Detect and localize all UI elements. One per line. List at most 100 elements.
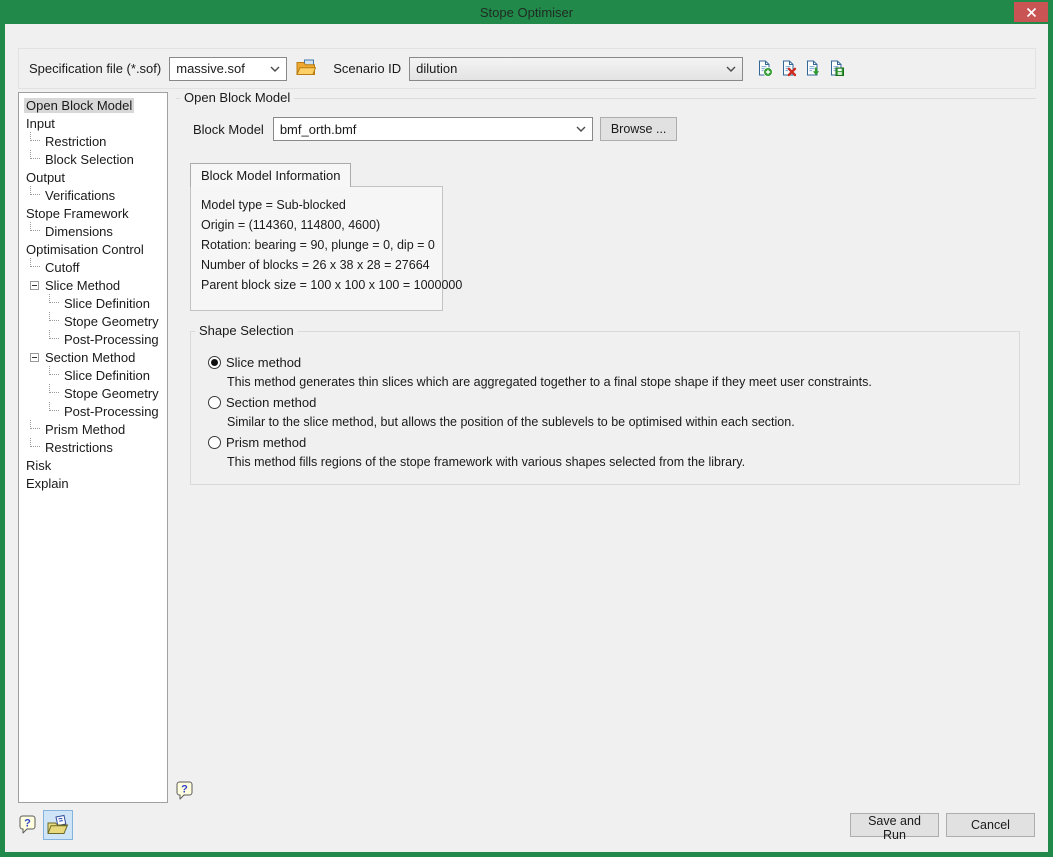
tree-item-label: Slice Definition: [62, 368, 152, 383]
tree-item-post-processing[interactable]: Post-Processing: [19, 402, 167, 420]
tree-item-label: Dimensions: [43, 224, 115, 239]
document-import-icon: [804, 60, 821, 77]
tree-item-label: Output: [24, 170, 67, 185]
svg-text:?: ?: [181, 784, 188, 796]
tree-item-label: Slice Method: [43, 278, 122, 293]
tree-connector: [30, 186, 40, 195]
help-button-dialog[interactable]: ?: [19, 815, 37, 838]
tree-item-section-method[interactable]: Section Method: [19, 348, 167, 366]
radio-label: Section method: [226, 395, 316, 410]
window-title: Stope Optimiser: [480, 5, 573, 20]
import-scenario-button[interactable]: [804, 60, 821, 77]
radio-unselected-icon[interactable]: [208, 396, 221, 409]
collapse-minus-icon[interactable]: [30, 281, 39, 290]
radio-unselected-icon[interactable]: [208, 436, 221, 449]
close-button[interactable]: [1014, 2, 1048, 22]
tree-item-label: Restrictions: [43, 440, 115, 455]
document-save-icon: [828, 60, 845, 77]
radio-description: This method fills regions of the stope f…: [191, 452, 1019, 472]
shape-selection-group: Shape Selection Slice methodThis method …: [190, 331, 1020, 485]
new-scenario-button[interactable]: [756, 60, 773, 77]
close-icon: [1026, 7, 1037, 18]
tree-item-label: Stope Geometry: [62, 314, 161, 329]
scenario-id-combobox[interactable]: dilution: [409, 57, 743, 81]
document-add-icon: [756, 60, 773, 77]
radio-label: Slice method: [226, 355, 301, 370]
tree-item-open-block-model[interactable]: Open Block Model: [19, 96, 167, 114]
tree-item-label: Cutoff: [43, 260, 81, 275]
tree-connector: [30, 420, 40, 429]
block-model-row: Block Model bmf_orth.bmf Browse ...: [193, 117, 677, 141]
radio-selected-icon[interactable]: [208, 356, 221, 369]
tree-item-restrictions[interactable]: Restrictions: [19, 438, 167, 456]
tree-item-verifications[interactable]: Verifications: [19, 186, 167, 204]
block-model-combobox[interactable]: bmf_orth.bmf: [273, 117, 593, 141]
tree-item-explain[interactable]: Explain: [19, 474, 167, 492]
scenario-actions: [756, 60, 845, 77]
radio-prism-method[interactable]: Prism method: [191, 432, 1019, 452]
tree-item-slice-method[interactable]: Slice Method: [19, 276, 167, 294]
block-model-value: bmf_orth.bmf: [280, 122, 572, 137]
chevron-down-icon: [270, 66, 280, 72]
help-question-icon: ?: [19, 815, 37, 835]
shape-selection-title: Shape Selection: [195, 323, 298, 338]
tree-connector: [49, 330, 59, 339]
tree-item-input[interactable]: Input: [19, 114, 167, 132]
tree-item-stope-framework[interactable]: Stope Framework: [19, 204, 167, 222]
tree-item-block-selection[interactable]: Block Selection: [19, 150, 167, 168]
collapse-minus-icon[interactable]: [30, 353, 39, 362]
tree-item-stope-geometry[interactable]: Stope Geometry: [19, 312, 167, 330]
tree-item-label: Restriction: [43, 134, 108, 149]
save-scenario-button[interactable]: [828, 60, 845, 77]
tree-item-slice-definition[interactable]: Slice Definition: [19, 294, 167, 312]
cancel-button[interactable]: Cancel: [946, 813, 1035, 837]
open-log-folder-button[interactable]: [43, 810, 73, 840]
save-and-run-button[interactable]: Save and Run: [850, 813, 939, 837]
tree-item-post-processing[interactable]: Post-Processing: [19, 330, 167, 348]
tree-connector: [49, 312, 59, 321]
tree-item-risk[interactable]: Risk: [19, 456, 167, 474]
scenario-id-label: Scenario ID: [333, 61, 401, 76]
svg-text:?: ?: [24, 818, 31, 830]
tree-item-output[interactable]: Output: [19, 168, 167, 186]
tree-item-label: Slice Definition: [62, 296, 152, 311]
help-button-panel[interactable]: ?: [176, 781, 194, 804]
block-model-info-line: Origin = (114360, 114800, 4600): [201, 215, 442, 235]
tree-item-stope-geometry[interactable]: Stope Geometry: [19, 384, 167, 402]
tree-item-optimisation-control[interactable]: Optimisation Control: [19, 240, 167, 258]
radio-label: Prism method: [226, 435, 306, 450]
tree-connector: [30, 132, 40, 141]
tree-connector: [30, 438, 40, 447]
specification-file-combobox[interactable]: massive.sof: [169, 57, 287, 81]
tree-item-slice-definition[interactable]: Slice Definition: [19, 366, 167, 384]
tree-item-cutoff[interactable]: Cutoff: [19, 258, 167, 276]
navigation-tree: Open Block ModelInput RestrictionBlock Se…: [18, 92, 168, 803]
document-delete-icon: [780, 60, 797, 77]
tree-item-restriction[interactable]: Restriction: [19, 132, 167, 150]
block-model-information-panel: Model type = Sub-blockedOrigin = (114360…: [190, 186, 443, 311]
radio-description: This method generates thin slices which …: [191, 372, 1019, 392]
delete-scenario-button[interactable]: [780, 60, 797, 77]
tree-connector: [49, 384, 59, 393]
specification-file-label: Specification file (*.sof): [29, 61, 161, 76]
toolbar: Specification file (*.sof) massive.sof S…: [18, 48, 1036, 89]
tree-connector: [49, 294, 59, 303]
tree-item-prism-method[interactable]: Prism Method: [19, 420, 167, 438]
open-folder-icon: [296, 59, 316, 77]
tree-connector: [49, 366, 59, 375]
tree-connector: [49, 402, 59, 411]
radio-slice-method[interactable]: Slice method: [191, 352, 1019, 372]
block-model-info-tabcontrol: Block Model Information Model type = Sub…: [190, 163, 443, 311]
tree-connector: [30, 258, 40, 267]
radio-description: Similar to the slice method, but allows …: [191, 412, 1019, 432]
radio-section-method[interactable]: Section method: [191, 392, 1019, 412]
block-model-info-line: Rotation: bearing = 90, plunge = 0, dip …: [201, 235, 442, 255]
tab-block-model-information[interactable]: Block Model Information: [190, 163, 351, 187]
tree-item-label: Post-Processing: [62, 332, 161, 347]
block-model-info-line: Number of blocks = 26 x 38 x 28 = 27664: [201, 255, 442, 275]
open-specification-folder-button[interactable]: [296, 59, 316, 79]
tree-item-label: Stope Geometry: [62, 386, 161, 401]
block-model-info-line: Parent block size = 100 x 100 x 100 = 10…: [201, 275, 442, 295]
browse-button[interactable]: Browse ...: [600, 117, 678, 141]
tree-item-dimensions[interactable]: Dimensions: [19, 222, 167, 240]
